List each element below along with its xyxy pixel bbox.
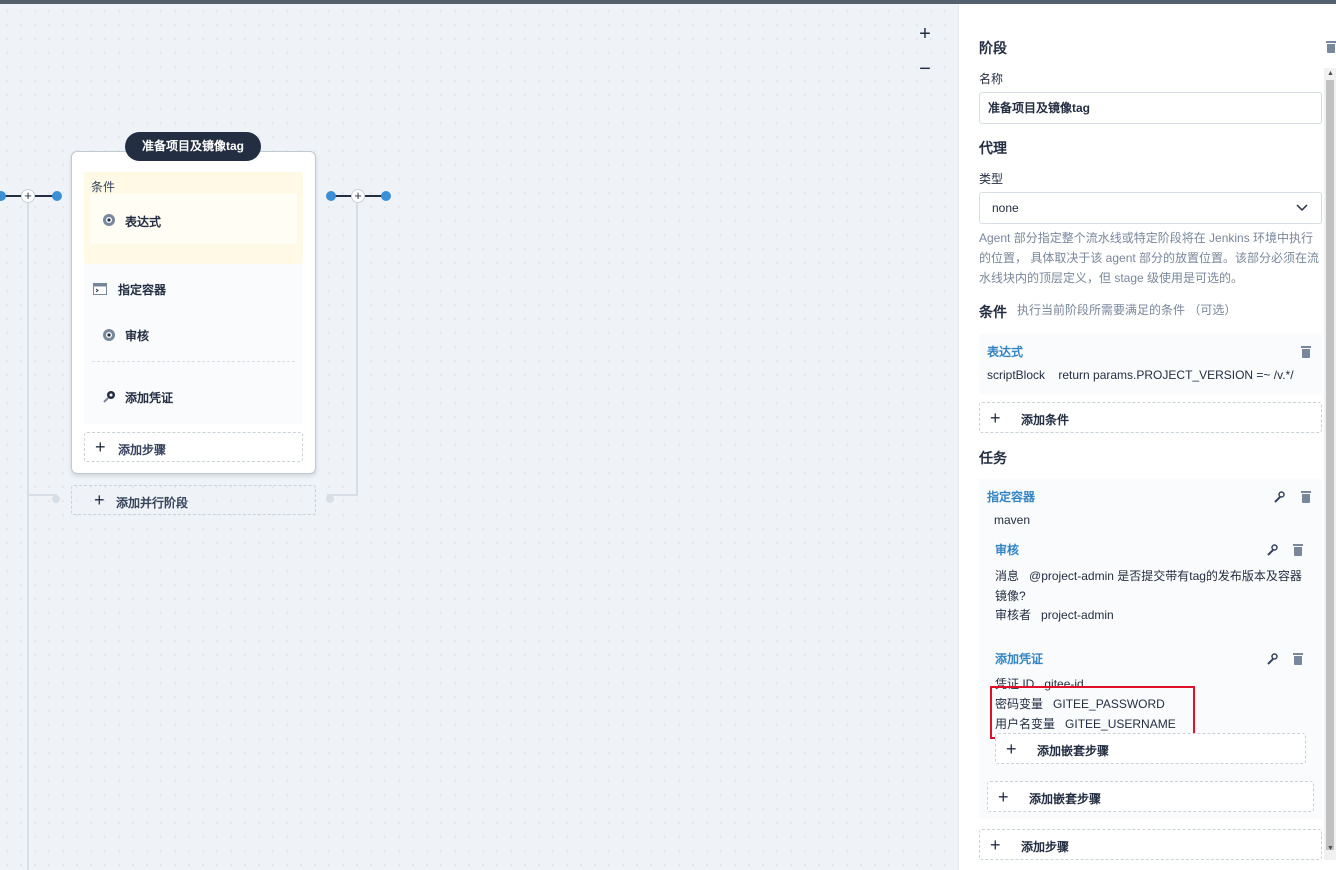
add-step-button[interactable]: + 添加步骤 [84, 432, 303, 462]
delete-container-icon[interactable] [1301, 491, 1311, 503]
right-branch-line [356, 196, 358, 496]
condition-card[interactable] [979, 334, 1322, 394]
plus-icon: + [1006, 739, 1017, 759]
review-message-row: 消息 @project-admin 是否提交带有tag的发布版本及容器镜像? [995, 566, 1310, 606]
step-review[interactable]: 审核 [84, 320, 303, 350]
condition-expression-label: 表达式 [125, 215, 162, 229]
condition-expression-item[interactable]: 表达式 [90, 194, 297, 244]
add-condition-label: 添加条件 [1021, 413, 1070, 427]
agent-type-value: none [992, 201, 1019, 215]
condition-heading: 条件 [979, 304, 1007, 320]
step-credential-label: 添加凭证 [125, 391, 174, 405]
add-nested-step-outer-label: 添加嵌套步骤 [1029, 792, 1102, 806]
step-container-label: 指定容器 [118, 283, 167, 297]
condition-hint: 执行当前阶段所需要满足的条件 （可选） [1017, 303, 1237, 317]
agent-type-select[interactable]: none [979, 192, 1322, 224]
condition-title: 表达式 [987, 345, 1024, 359]
right-end-dot [381, 191, 391, 201]
scroll-down-icon[interactable]: ▼ [1327, 845, 1334, 852]
stage-name-input[interactable]: 准备项目及镜像tag [979, 92, 1322, 124]
review-task-title[interactable]: 审核 [995, 541, 1019, 558]
add-nested-step-inner-label: 添加嵌套步骤 [1037, 744, 1110, 758]
review-reviewer-row: 审核者 project-admin [995, 606, 1114, 623]
edit-credential-icon[interactable] [1266, 653, 1278, 665]
agent-description: Agent 部分指定整个流水线或特定阶段将在 Jenkins 环境中执行的位置，… [979, 231, 1320, 285]
add-parallel-stage-button[interactable]: + 添加并行阶段 [71, 485, 316, 515]
steps-divider [92, 361, 295, 362]
stage-heading: 阶段 [979, 40, 1007, 56]
add-step-label: 添加步骤 [118, 443, 167, 457]
reviewer-value: project-admin [1041, 608, 1114, 622]
add-nested-step-outer-button[interactable]: + 添加嵌套步骤 [987, 781, 1314, 812]
step-container[interactable]: 指定容器 [84, 274, 303, 304]
plus-icon: + [990, 408, 1001, 428]
add-parallel-stage-label: 添加并行阶段 [116, 496, 189, 510]
container-icon [93, 283, 107, 295]
type-label: 类型 [979, 172, 1004, 186]
review-icon [103, 329, 115, 341]
panel-scrollbar[interactable] [1324, 68, 1336, 860]
agent-heading: 代理 [979, 140, 1007, 156]
stage-steps-block: 指定容器 审核 添加凭证 [84, 264, 303, 424]
stage-card[interactable]: 条件 表达式 指定容器 审核 添加凭证 + 添加步骤 [71, 151, 316, 474]
expression-icon [103, 214, 115, 226]
plus-icon: + [998, 787, 1009, 807]
right-start-dot [326, 191, 336, 201]
plus-icon: + [94, 490, 105, 510]
right-parallel-dot [326, 495, 334, 503]
left-start-dot [52, 191, 62, 201]
review-message-value: @project-admin 是否提交带有tag的发布版本及容器镜像? [995, 569, 1302, 603]
stage-condition-block: 条件 表达式 [84, 172, 303, 264]
container-task-title[interactable]: 指定容器 [987, 488, 1035, 505]
step-credential[interactable]: 添加凭证 [84, 382, 303, 412]
left-parallel-dot [52, 495, 60, 503]
reviewer-key: 审核者 [995, 608, 1032, 622]
scroll-up-icon[interactable]: ▲ [1327, 70, 1334, 77]
scrollbar-thumb[interactable] [1326, 80, 1334, 850]
edit-container-icon[interactable] [1273, 491, 1285, 503]
key-icon [103, 391, 115, 403]
tasks-heading: 任务 [979, 450, 1007, 466]
container-value: maven [994, 513, 1031, 527]
stage-title-pill[interactable]: 准备项目及镜像tag [125, 132, 261, 161]
condition-script-value: return params.PROJECT_VERSION =~ /v.*/ [1058, 368, 1294, 382]
delete-condition-icon[interactable] [1301, 346, 1311, 358]
left-branch-line [27, 196, 29, 870]
zoom-out-button[interactable]: − [914, 59, 936, 81]
highlight-annotation-box [990, 686, 1195, 739]
chevron-down-icon [1296, 204, 1308, 212]
insert-stage-left-button[interactable]: + [21, 189, 35, 203]
delete-stage-icon[interactable] [1326, 41, 1336, 53]
delete-review-icon[interactable] [1293, 544, 1303, 556]
plus-icon: + [95, 437, 106, 457]
panel-add-step-label: 添加步骤 [1021, 840, 1070, 854]
task-card [979, 479, 1322, 819]
name-label: 名称 [979, 72, 1004, 86]
condition-script-key: scriptBlock [987, 368, 1046, 382]
condition-script-row: scriptBlock return params.PROJECT_VERSIO… [987, 368, 1294, 382]
insert-stage-right-button[interactable]: + [351, 189, 365, 203]
condition-label: 条件 [91, 180, 116, 194]
panel-add-step-button[interactable]: + 添加步骤 [979, 829, 1322, 860]
edit-review-icon[interactable] [1266, 544, 1278, 556]
delete-credential-icon[interactable] [1293, 653, 1303, 665]
credential-task-title[interactable]: 添加凭证 [995, 650, 1043, 667]
add-nested-step-inner-button[interactable]: + 添加嵌套步骤 [995, 733, 1306, 764]
step-review-label: 审核 [125, 329, 150, 343]
add-condition-button[interactable]: + 添加条件 [979, 402, 1322, 433]
review-message-key: 消息 [995, 569, 1020, 583]
zoom-in-button[interactable]: + [914, 24, 936, 46]
plus-icon: + [990, 835, 1001, 855]
